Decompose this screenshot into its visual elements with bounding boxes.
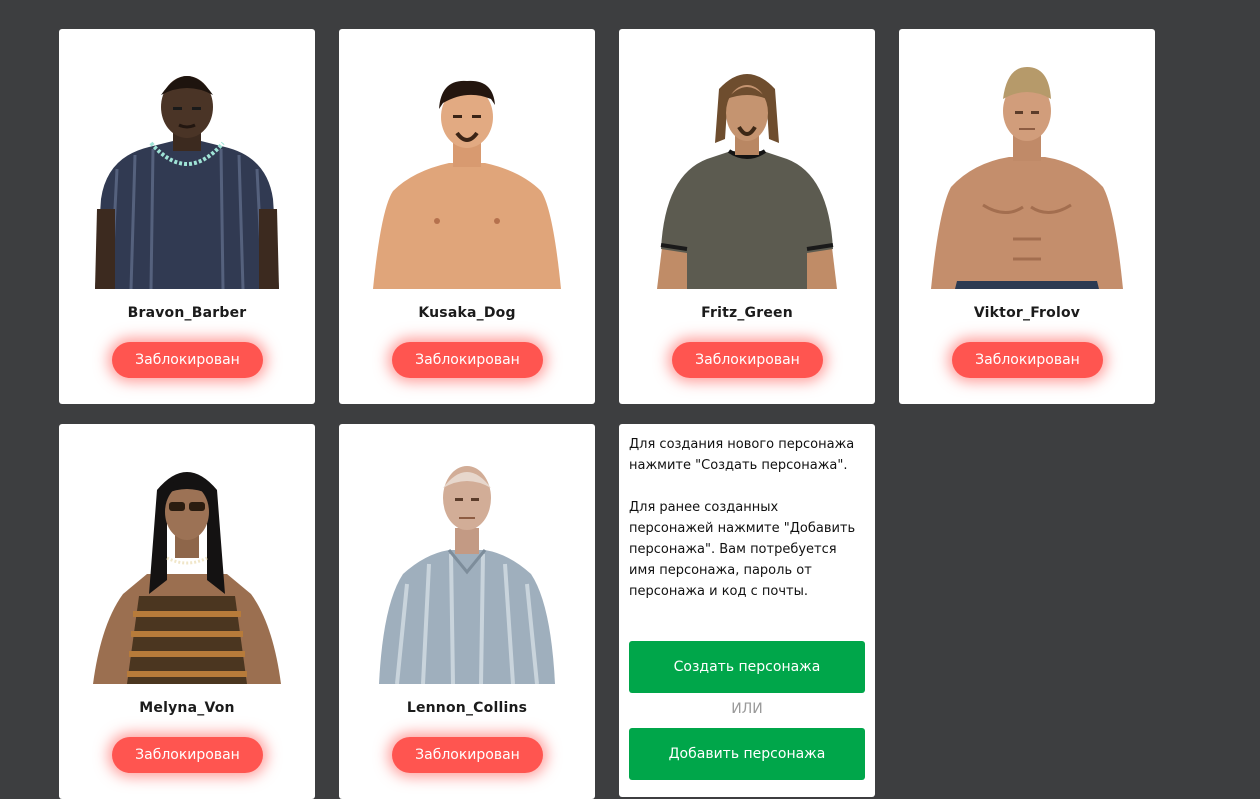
character-portrait <box>367 454 567 684</box>
character-name: Fritz_Green <box>701 305 793 321</box>
blocked-status-button[interactable]: Заблокирован <box>392 342 543 378</box>
add-character-button[interactable]: Добавить персонажа <box>629 728 865 780</box>
blocked-status-button[interactable]: Заблокирован <box>112 737 263 773</box>
create-character-button[interactable]: Создать персонажа <box>629 641 865 693</box>
character-name: Bravon_Barber <box>127 305 247 321</box>
create-instructions: Для создания нового персонажа нажмите "С… <box>629 437 855 473</box>
character-card[interactable]: Melyna_Von Заблокирован <box>59 424 315 799</box>
blocked-status-button[interactable]: Заблокирован <box>112 342 263 378</box>
character-name: Viktor_Frolov <box>973 305 1081 321</box>
character-card[interactable]: Kusaka_Dog Заблокирован <box>339 29 595 404</box>
blocked-status-button[interactable]: Заблокирован <box>392 737 543 773</box>
character-portrait <box>87 454 287 684</box>
character-portrait <box>647 59 847 289</box>
blocked-status-button[interactable]: Заблокирован <box>952 342 1103 378</box>
character-name: Lennon_Collins <box>406 700 528 716</box>
or-divider: ИЛИ <box>731 701 763 717</box>
add-instructions: Для ранее созданных персонажей нажмите "… <box>629 500 856 599</box>
character-portrait <box>367 59 567 289</box>
character-card[interactable]: Viktor_Frolov Заблокирован <box>899 29 1155 404</box>
character-portrait <box>927 59 1127 289</box>
character-card[interactable]: Lennon_Collins Заблокирован <box>339 424 595 799</box>
character-name: Kusaka_Dog <box>418 305 516 321</box>
character-portrait <box>87 59 287 289</box>
character-card[interactable]: Fritz_Green Заблокирован <box>619 29 875 404</box>
blocked-status-button[interactable]: Заблокирован <box>672 342 823 378</box>
character-card[interactable]: Bravon_Barber Заблокирован <box>59 29 315 404</box>
character-name: Melyna_Von <box>139 700 235 716</box>
create-character-panel: Для создания нового персонажа нажмите "С… <box>619 424 875 797</box>
